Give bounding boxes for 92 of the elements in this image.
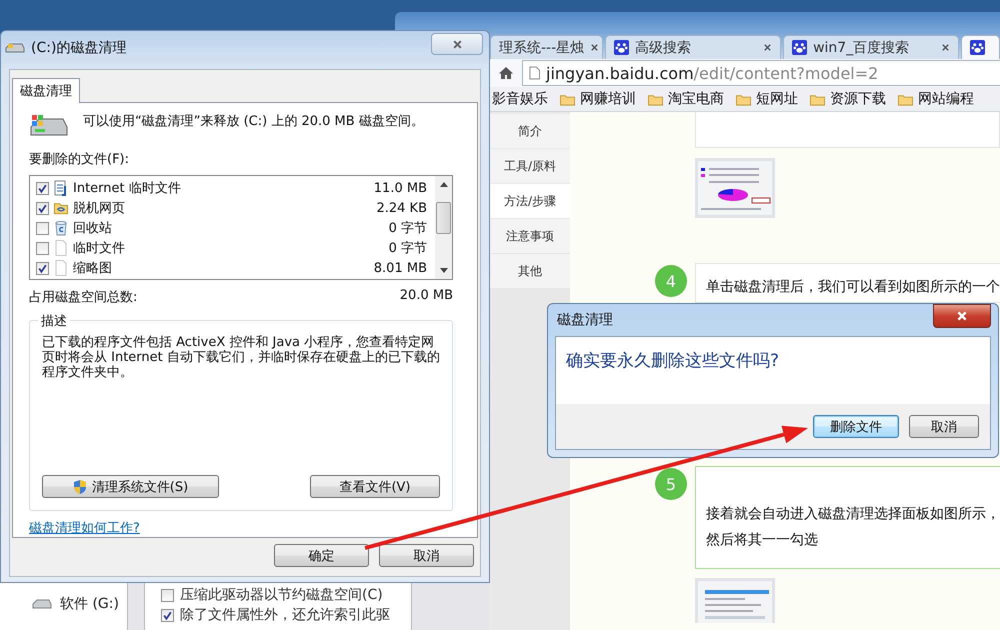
total-value: 20.0 MB	[400, 288, 453, 306]
sidebar-item[interactable]: 方法/步骤	[490, 184, 570, 218]
shield-icon	[72, 478, 87, 494]
file-name: 回收站	[73, 220, 113, 237]
home-icon[interactable]	[498, 65, 514, 81]
scrollbar[interactable]	[435, 176, 452, 280]
browser-tab[interactable]	[961, 35, 1000, 59]
drive-icon	[5, 42, 25, 54]
bookmark-item[interactable]: 短网址	[736, 90, 798, 108]
bookmark-item[interactable]: 淘宝电商	[648, 90, 724, 108]
file-row[interactable]: 临时文件 0 字节	[36, 238, 427, 258]
paw-icon	[792, 40, 808, 55]
bookmark-item[interactable]: 网站编程	[898, 90, 974, 108]
recycle-bin-icon	[54, 220, 68, 236]
file-size: 2.24 KB	[376, 200, 427, 216]
folder-icon	[54, 200, 68, 216]
folder-icon	[736, 92, 751, 106]
scroll-down-icon[interactable]	[440, 268, 448, 274]
folder-icon	[648, 92, 663, 106]
close-icon[interactable]	[941, 43, 950, 52]
paw-icon	[614, 40, 629, 55]
help-link[interactable]: 磁盘清理如何工作?	[29, 519, 140, 537]
sidebar-item[interactable]: 注意事项	[490, 219, 570, 253]
file-row[interactable]: Internet 临时文件 11.0 MB	[36, 178, 427, 198]
sidebar-item[interactable]: 工具/原料	[490, 149, 570, 183]
cancel-button[interactable]: 取消	[379, 544, 474, 567]
files-label: 要删除的文件(F):	[29, 151, 130, 168]
file-row[interactable]: 脱机网页 2.24 KB	[36, 198, 427, 218]
checkbox[interactable]	[161, 588, 174, 602]
folder-icon	[560, 92, 575, 106]
browser-tab[interactable]: 高级搜索	[605, 35, 782, 59]
checkbox[interactable]	[36, 222, 49, 234]
paw-icon	[970, 40, 986, 55]
summary-text: 可以使用“磁盘清理”来释放 (C:) 上的 20.0 MB 磁盘空间。	[83, 113, 424, 131]
checkbox[interactable]	[36, 242, 49, 254]
scroll-thumb[interactable]	[436, 202, 451, 234]
file-size: 0 字节	[388, 220, 427, 237]
bookmark-item[interactable]: 影音娱乐	[492, 90, 548, 108]
file-name: 临时文件	[73, 240, 126, 257]
window-title: (C:)的磁盘清理	[31, 39, 126, 57]
description-text: 已下载的程序文件包括 ActiveX 控件和 Java 小程序，您查看特定网页时将会从 Internet 自动下载它们，并临时保存在硬盘上的已下载的程序文件夹中。	[42, 335, 441, 380]
bookmark-item[interactable]: 网赚培训	[560, 90, 636, 108]
checkbox[interactable]	[36, 182, 49, 194]
step-number: 4	[655, 265, 687, 297]
folder-icon	[898, 92, 913, 106]
address-bar[interactable]: jingyan.baidu.com/edit/content?model=2	[522, 60, 1000, 86]
browser-tab[interactable]: 理系统---星烛	[490, 35, 603, 59]
step-text: 单击磁盘清理后，我们可以看到如图所示的一个	[706, 278, 1000, 297]
question-text: 确实要永久删除这些文件吗?	[556, 337, 990, 404]
cancel-button[interactable]: 取消	[909, 415, 979, 438]
drive-icon	[32, 599, 52, 609]
dialog-tab[interactable]: 磁盘清理	[12, 78, 80, 103]
file-size: 11.0 MB	[374, 180, 427, 196]
close-button[interactable]	[431, 33, 483, 55]
file-row[interactable]: 回收站 0 字节	[36, 218, 427, 238]
folder-icon	[810, 92, 825, 106]
checkbox[interactable]	[36, 202, 49, 214]
close-icon	[452, 38, 462, 50]
sidebar-item[interactable]: 简介	[490, 114, 570, 148]
browser-tab[interactable]: win7_百度搜索	[783, 35, 960, 59]
total-label: 占用磁盘空间总数:	[29, 289, 138, 306]
file-size: 0 字节	[388, 240, 427, 257]
view-files-button[interactable]: 查看文件(V)	[310, 475, 440, 498]
close-icon[interactable]	[590, 43, 600, 52]
file-name: Internet 临时文件	[73, 180, 182, 197]
close-button[interactable]	[933, 304, 991, 328]
url-text: jingyan.baidu.com/edit/content?model=2	[546, 64, 878, 82]
blank-file-icon	[54, 240, 68, 256]
checkbox[interactable]	[161, 608, 174, 622]
file-row[interactable]: 缩略图 8.01 MB	[36, 258, 427, 278]
step-number: 5	[655, 468, 687, 500]
drive-item[interactable]: 软件 (G:)	[32, 595, 127, 613]
option-label: 除了文件属性外，还允许索引此驱	[180, 606, 390, 624]
sidebar-item[interactable]: 其他	[490, 254, 570, 288]
file-name: 缩略图	[73, 260, 113, 277]
close-icon	[956, 310, 968, 322]
bookmark-item[interactable]: 资源下载	[810, 90, 886, 108]
delete-files-button[interactable]: 删除文件	[813, 415, 899, 438]
blank-file-icon	[54, 260, 68, 276]
close-icon[interactable]	[763, 43, 772, 52]
scroll-up-icon[interactable]	[440, 182, 448, 187]
step-text: 然后将其一一勾选	[706, 531, 819, 550]
option-label: 压缩此驱动器以节约磁盘空间(C)	[180, 586, 383, 604]
document-icon	[54, 180, 68, 196]
ok-button[interactable]: 确定	[274, 544, 369, 567]
page-icon	[529, 66, 540, 80]
file-name: 脱机网页	[73, 200, 126, 217]
window-title: 磁盘清理	[557, 311, 613, 329]
checkbox[interactable]	[36, 262, 49, 274]
step-text: 接着就会自动进入磁盘清理选择面板如图所示，	[706, 505, 1000, 524]
file-size: 8.01 MB	[374, 260, 427, 276]
clean-system-files-button[interactable]: 清理系统文件(S)	[42, 475, 219, 498]
